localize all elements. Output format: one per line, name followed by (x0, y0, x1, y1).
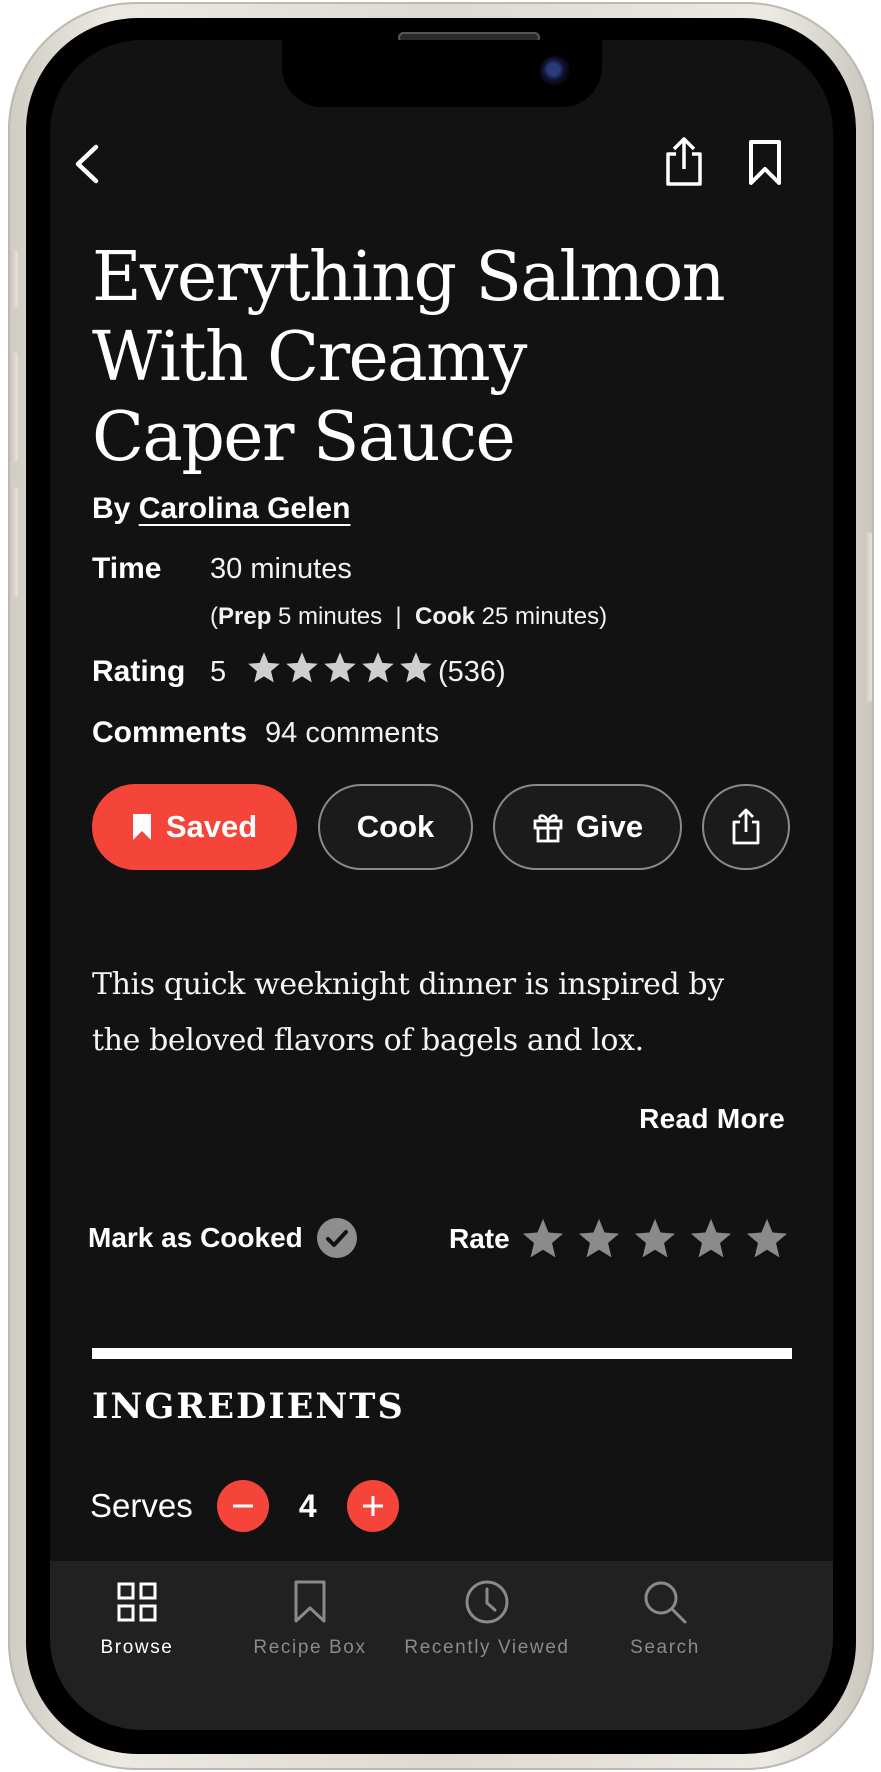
tab-browse-label: Browse (100, 1637, 174, 1658)
tab-search-label: Search (630, 1637, 700, 1658)
rating-count[interactable]: (536) (438, 656, 506, 689)
time-value: 30 minutes (210, 553, 352, 585)
minus-icon (232, 1504, 253, 1508)
share-icon (666, 137, 702, 186)
rating-value: 5 (210, 656, 227, 688)
rating-star-icon (400, 652, 432, 683)
byline: By Carolina Gelen (92, 492, 350, 526)
rate-stars (520, 1216, 790, 1262)
mark-cooked-label: Mark as Cooked (88, 1222, 303, 1253)
give-label: Give (575, 809, 644, 844)
time-label: Time (92, 552, 162, 585)
read-more-link[interactable]: Read More (639, 1103, 785, 1135)
tab-recently-viewed-label: Recently Viewed (404, 1637, 570, 1658)
bookmark-button[interactable] (740, 128, 790, 198)
decrease-serves-button[interactable] (216, 1480, 269, 1532)
saved-button[interactable]: Saved (92, 784, 297, 870)
bookmark-icon (294, 1580, 326, 1623)
serves-control: Serves 4 (90, 1480, 399, 1532)
app-screen: Everything Salmon With Creamy Caper Sauc… (50, 40, 833, 1730)
rate-star-icon[interactable] (576, 1216, 622, 1262)
comments-link[interactable]: 94 comments (265, 717, 439, 750)
tab-recipe-box[interactable]: Recipe Box (210, 1569, 410, 1659)
serves-label: Serves (90, 1487, 193, 1524)
byline-prefix: By (92, 492, 131, 525)
power-button (864, 532, 872, 702)
volume-down-button (10, 487, 18, 597)
author-link[interactable]: Carolina Gelen (139, 492, 351, 525)
recipe-title: Everything Salmon With Creamy Caper Sauc… (92, 238, 726, 477)
gift-icon (533, 814, 563, 843)
increase-serves-button[interactable] (346, 1480, 399, 1532)
time-breakdown: (Prep 5 minutes | Cook 25 minutes) (210, 603, 608, 630)
rating-star-icon (324, 652, 356, 683)
section-divider (92, 1348, 792, 1359)
silent-switch (10, 250, 18, 308)
rate-star-icon[interactable] (632, 1216, 678, 1262)
rating-star-icon (362, 652, 394, 683)
share-icon (732, 808, 760, 845)
cook-button[interactable]: Cook (318, 784, 473, 870)
give-button[interactable]: Give (493, 784, 682, 870)
saved-label: Saved (165, 809, 258, 844)
tab-search[interactable]: Search (565, 1569, 765, 1659)
rating-stars (246, 650, 434, 686)
check-circle-icon (316, 1218, 357, 1258)
rate-star-icon[interactable] (744, 1216, 790, 1262)
serves-count: 4 (298, 1487, 317, 1524)
tab-bar: Browse Recipe Box Recently Viewed Search (50, 1561, 833, 1730)
clock-icon (465, 1580, 509, 1624)
notch (282, 40, 602, 107)
rating-star-icon (286, 652, 318, 683)
rating-label: Rating (92, 655, 186, 688)
rate-star-icon[interactable] (688, 1216, 734, 1262)
rate-label: Rate (449, 1223, 510, 1254)
grid-icon (117, 1582, 157, 1622)
share-button[interactable] (656, 124, 712, 200)
mark-as-cooked-button[interactable]: Mark as Cooked (88, 1218, 357, 1258)
ingredients-heading: INGREDIENTS (92, 1386, 405, 1427)
cook-value: 25 minutes (481, 603, 600, 630)
volume-up-button (10, 352, 18, 462)
cook-label: Cook (415, 603, 475, 630)
tab-recently-viewed[interactable]: Recently Viewed (387, 1569, 587, 1659)
tab-browse[interactable]: Browse (50, 1569, 237, 1659)
chevron-left-icon (75, 144, 99, 184)
recipe-description: This quick weeknight dinner is inspired … (92, 967, 724, 1058)
prep-label: Prep (218, 603, 272, 630)
share-pill-button[interactable] (702, 784, 790, 870)
rate-star-icon[interactable] (520, 1216, 566, 1262)
cook-label: Cook (356, 809, 435, 844)
bookmark-filled-icon (132, 814, 151, 840)
rate-control: Rate (449, 1216, 790, 1262)
rating-star-icon (248, 652, 280, 683)
bookmark-icon (749, 140, 781, 185)
plus-icon (362, 1496, 383, 1516)
camera-icon (540, 56, 570, 86)
search-icon (644, 1581, 687, 1624)
back-button[interactable] (60, 130, 114, 198)
tab-recipe-box-label: Recipe Box (253, 1637, 367, 1658)
comments-label: Comments (92, 716, 248, 749)
prep-value: 5 minutes (278, 603, 383, 630)
